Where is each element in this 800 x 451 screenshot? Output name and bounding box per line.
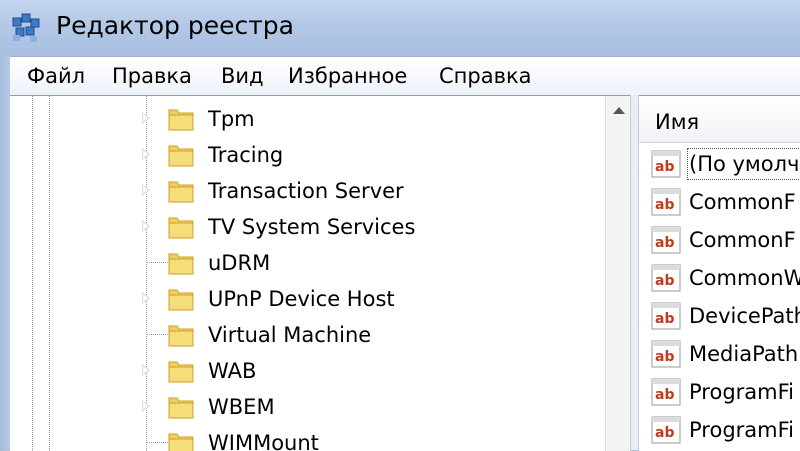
column-header-name[interactable]: Имя xyxy=(639,96,800,143)
expand-arrow-icon[interactable] xyxy=(142,364,150,376)
value-row[interactable]: ab CommonF xyxy=(639,222,800,260)
tree-item-label: TV System Services xyxy=(208,215,416,239)
string-value-icon: ab xyxy=(651,264,681,292)
folder-icon xyxy=(168,433,194,451)
expand-arrow-icon[interactable] xyxy=(142,184,150,196)
menu-bar: Файл Правка Вид Избранное Справка xyxy=(10,56,800,95)
value-row[interactable]: ab ProgramFi xyxy=(639,412,800,450)
value-row[interactable]: ab CommonF xyxy=(639,184,800,222)
expand-arrow-icon[interactable] xyxy=(142,292,150,304)
tree-item-label: Tpm xyxy=(208,107,255,131)
tree-connector-line xyxy=(146,262,168,263)
string-value-icon: ab xyxy=(651,302,681,330)
menu-favorites[interactable]: Избранное xyxy=(288,62,407,90)
svg-text:ab: ab xyxy=(655,387,674,403)
value-name: CommonF xyxy=(689,190,796,214)
string-value-icon: ab xyxy=(651,378,681,406)
svg-text:ab: ab xyxy=(655,159,674,175)
svg-text:ab: ab xyxy=(655,273,674,289)
value-name: CommonW xyxy=(689,266,800,290)
folder-icon xyxy=(168,109,194,131)
value-row[interactable]: ab DevicePath xyxy=(639,298,800,336)
svg-text:ab: ab xyxy=(655,311,674,327)
tree-item-udrm[interactable]: uDRM xyxy=(10,245,605,281)
tree-item-label: Virtual Machine xyxy=(208,323,372,347)
tree-item-wbem[interactable]: WBEM xyxy=(10,389,605,425)
column-header-label: Имя xyxy=(655,110,700,134)
scroll-up-arrow-icon[interactable] xyxy=(606,96,630,124)
menu-help[interactable]: Справка xyxy=(439,62,532,90)
tree-item-label: WIMMount xyxy=(208,431,319,451)
value-row[interactable]: ab MediaPath xyxy=(639,336,800,374)
svg-text:ab: ab xyxy=(655,425,674,441)
tree-connector-line xyxy=(146,334,168,335)
string-value-icon: ab xyxy=(651,188,681,216)
tree-item-label: Tracing xyxy=(208,143,284,167)
tree-item-label: WBEM xyxy=(208,395,275,419)
value-row[interactable]: ab ProgramFi xyxy=(639,374,800,412)
registry-editor-icon[interactable] xyxy=(10,10,44,44)
menu-file[interactable]: Файл xyxy=(27,62,85,90)
title-bar[interactable]: Редактор реестра xyxy=(0,0,800,56)
value-name: (По умолч xyxy=(686,148,800,180)
tree-item-tracing[interactable]: Tracing xyxy=(10,137,605,173)
registry-tree-pane[interactable]: Tpm Tracing Transaction Server TV System… xyxy=(10,95,630,451)
value-name: CommonF xyxy=(689,228,796,252)
tree-item-upnp-device-host[interactable]: UPnP Device Host xyxy=(10,281,605,317)
value-name: DevicePath xyxy=(689,304,800,328)
svg-text:ab: ab xyxy=(655,349,674,365)
registry-values-pane[interactable]: Имя ab (По умолч ab CommonF ab CommonF a… xyxy=(639,95,800,451)
string-value-icon: ab xyxy=(651,226,681,254)
folder-icon xyxy=(168,289,194,311)
tree-item-wimmount[interactable]: WIMMount xyxy=(10,425,605,451)
window-frame-left xyxy=(0,56,10,450)
value-name: ProgramFi xyxy=(689,380,794,404)
string-value-icon: ab xyxy=(651,150,681,178)
tree-item-virtual-machine[interactable]: Virtual Machine xyxy=(10,317,605,353)
menu-view[interactable]: Вид xyxy=(221,62,264,90)
tree-connector-line xyxy=(146,442,168,443)
svg-text:ab: ab xyxy=(655,235,674,251)
expand-arrow-icon[interactable] xyxy=(142,112,150,124)
pane-splitter[interactable] xyxy=(630,95,639,450)
value-row[interactable]: ab CommonW xyxy=(639,260,800,298)
folder-icon xyxy=(168,325,194,347)
string-value-icon: ab xyxy=(651,416,681,444)
tree-item-transaction-server[interactable]: Transaction Server xyxy=(10,173,605,209)
tree-item-label: Transaction Server xyxy=(208,179,404,203)
expand-arrow-icon[interactable] xyxy=(142,148,150,160)
string-value-icon: ab xyxy=(651,340,681,368)
tree-item-tv-system-services[interactable]: TV System Services xyxy=(10,209,605,245)
folder-icon xyxy=(168,361,194,383)
window-title: Редактор реестра xyxy=(56,11,294,40)
value-row[interactable]: ab (По умолч xyxy=(639,146,800,184)
tree-item-label: uDRM xyxy=(208,251,271,275)
tree-item-wab[interactable]: WAB xyxy=(10,353,605,389)
menu-edit[interactable]: Правка xyxy=(112,62,192,90)
tree-vertical-scrollbar[interactable] xyxy=(605,96,630,451)
folder-icon xyxy=(168,181,194,203)
tree-item-label: WAB xyxy=(208,359,257,383)
folder-icon xyxy=(168,397,194,419)
folder-icon xyxy=(168,253,194,275)
expand-arrow-icon[interactable] xyxy=(142,220,150,232)
value-name: MediaPath xyxy=(689,342,799,366)
expand-arrow-icon[interactable] xyxy=(142,400,150,412)
folder-icon xyxy=(168,217,194,239)
value-name: ProgramFi xyxy=(689,418,794,442)
tree-item-label: UPnP Device Host xyxy=(208,287,395,311)
folder-icon xyxy=(168,145,194,167)
tree-item-tpm[interactable]: Tpm xyxy=(10,101,605,137)
svg-text:ab: ab xyxy=(655,197,674,213)
